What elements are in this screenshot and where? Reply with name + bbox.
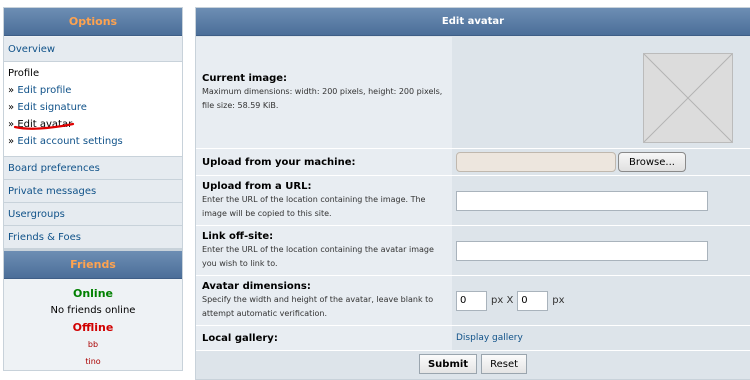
nav-private-messages[interactable]: Private messages: [4, 180, 182, 203]
friends-panel: Friends Online No friends online Offline…: [3, 250, 183, 371]
nav-edit-profile-label: Edit profile: [17, 85, 72, 96]
local-gallery-label: Local gallery:: [202, 332, 278, 344]
upload-label-cell: Upload from your machine:: [196, 149, 452, 175]
no-friends-online: No friends online: [50, 305, 136, 316]
avatar-dimensions-label: Avatar dimensions:: [202, 281, 311, 292]
current-image-desc: Maximum dimensions: width: 200 pixels, h…: [202, 87, 443, 110]
nav-friends-foes[interactable]: Friends & Foes: [4, 226, 182, 249]
profile-title: Profile: [8, 68, 40, 79]
avatar-placeholder-image: [643, 53, 733, 143]
upload-url-label-cell: Upload from a URL: Enter the URL of the …: [196, 176, 452, 225]
bullet-icon: »: [8, 85, 15, 96]
upload-cell: Browse...: [452, 149, 750, 175]
link-offsite-input[interactable]: [456, 240, 708, 261]
file-path-field[interactable]: [456, 152, 616, 172]
avatar-dimensions-cell: px X px: [452, 276, 750, 325]
nav-edit-profile[interactable]: » Edit profile: [8, 82, 182, 99]
form-actions: Submit Reset: [196, 351, 750, 376]
offline-friend[interactable]: tino: [4, 353, 182, 370]
link-offsite-cell: [452, 226, 750, 275]
submit-button[interactable]: Submit: [418, 354, 478, 374]
current-image-cell: [452, 37, 750, 148]
current-image-row: Current image: Maximum dimensions: width…: [196, 37, 750, 149]
upload-url-cell: [452, 176, 750, 225]
avatar-dimensions-row: Avatar dimensions: Specify the width and…: [196, 276, 750, 326]
panel-title: Edit avatar: [196, 8, 750, 36]
upload-url-input[interactable]: [456, 190, 708, 211]
nav-edit-account-settings-label: Edit account settings: [17, 136, 123, 147]
profile-group: Profile » Edit profile » Edit signature …: [4, 62, 182, 157]
offline-heading: Offline: [72, 321, 114, 334]
avatar-dimensions-desc: Specify the width and height of the avat…: [202, 295, 434, 318]
upload-label: Upload from your machine:: [202, 156, 356, 168]
link-offsite-desc: Enter the URL of the location containing…: [202, 245, 434, 268]
local-gallery-label-cell: Local gallery:: [196, 326, 452, 350]
local-gallery-cell: Display gallery: [452, 326, 750, 350]
bullet-icon: »: [8, 136, 15, 147]
upload-url-desc: Enter the URL of the location containing…: [202, 195, 426, 218]
edit-avatar-panel: Edit avatar Current image: Maximum dimen…: [195, 7, 750, 380]
dimension-unit: px: [552, 295, 565, 306]
height-input[interactable]: [517, 290, 549, 311]
bullet-icon: »: [8, 102, 15, 113]
underline-annotation: [13, 122, 75, 130]
offline-friend[interactable]: bb: [4, 336, 182, 353]
nav-overview[interactable]: Overview: [4, 37, 182, 62]
avatar-dimensions-label-cell: Avatar dimensions: Specify the width and…: [196, 276, 452, 325]
nav-edit-signature-label: Edit signature: [17, 102, 87, 113]
upload-url-row: Upload from a URL: Enter the URL of the …: [196, 176, 750, 226]
display-gallery-link[interactable]: Display gallery: [456, 333, 523, 343]
link-offsite-label: Link off-site:: [202, 231, 274, 242]
options-title: Options: [4, 8, 182, 36]
link-offsite-row: Link off-site: Enter the URL of the loca…: [196, 226, 750, 276]
placeholder-x-icon: [644, 54, 732, 142]
nav-usergroups[interactable]: Usergroups: [4, 203, 182, 226]
link-offsite-label-cell: Link off-site: Enter the URL of the loca…: [196, 226, 452, 275]
friends-title: Friends: [4, 251, 182, 279]
current-image-label-cell: Current image: Maximum dimensions: width…: [196, 37, 452, 148]
dimension-separator: px X: [491, 295, 514, 306]
nav-board-preferences[interactable]: Board preferences: [4, 157, 182, 180]
width-input[interactable]: [456, 290, 487, 311]
nav-edit-account-settings[interactable]: » Edit account settings: [8, 133, 182, 150]
local-gallery-row: Local gallery: Display gallery: [196, 326, 750, 351]
current-image-label: Current image:: [202, 73, 288, 84]
upload-row: Upload from your machine: Browse...: [196, 149, 750, 176]
reset-button[interactable]: Reset: [481, 354, 528, 374]
online-heading: Online: [72, 287, 113, 300]
nav-edit-signature[interactable]: » Edit signature: [8, 99, 182, 116]
upload-url-label: Upload from a URL:: [202, 181, 312, 192]
browse-button[interactable]: Browse...: [618, 152, 686, 172]
